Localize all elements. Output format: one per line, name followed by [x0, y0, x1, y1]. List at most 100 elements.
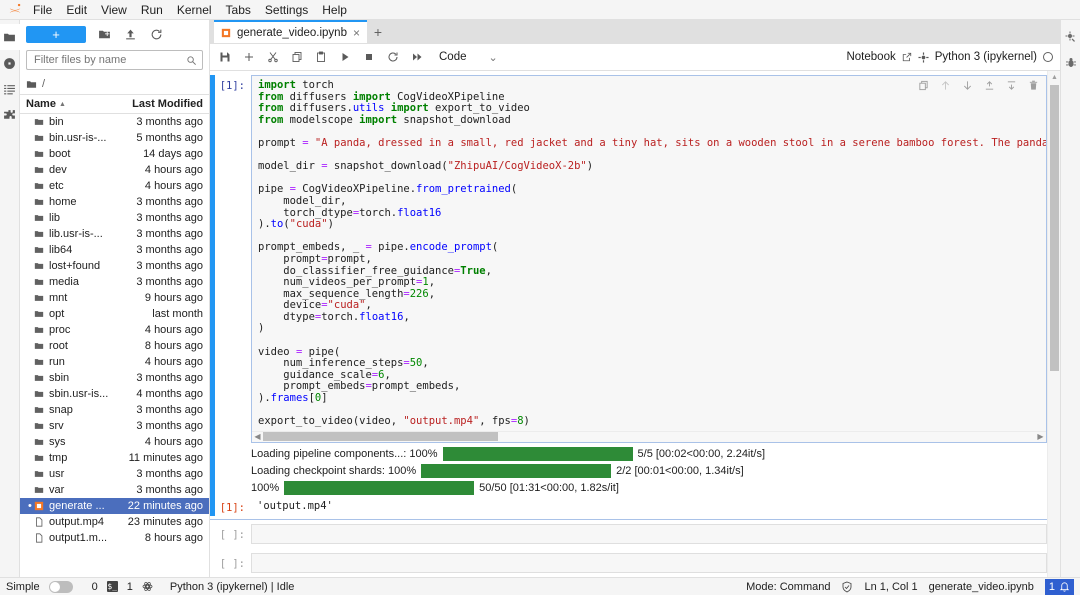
- file-list-item[interactable]: sbin 3 months ago: [20, 370, 209, 386]
- file-list-item[interactable]: opt last month: [20, 306, 209, 322]
- file-list-item[interactable]: root 8 hours ago: [20, 338, 209, 354]
- file-list-item[interactable]: lib 3 months ago: [20, 210, 209, 226]
- file-list-item[interactable]: boot 14 days ago: [20, 146, 209, 162]
- delete-cell-icon[interactable]: [1027, 79, 1040, 92]
- tab-generate-video-ipynb[interactable]: generate_video.ipynb ×: [214, 20, 367, 43]
- file-item-name: root: [49, 340, 68, 352]
- file-list-item[interactable]: tmp 11 minutes ago: [20, 450, 209, 466]
- save-icon[interactable]: [217, 50, 232, 65]
- cell-type-select[interactable]: Code ⌄: [439, 51, 498, 64]
- menu-settings[interactable]: Settings: [258, 0, 315, 20]
- move-cell-up-icon[interactable]: [939, 79, 952, 92]
- left-activity-bar: [0, 20, 20, 577]
- file-list-item[interactable]: mnt 9 hours ago: [20, 290, 209, 306]
- file-list-item[interactable]: bin 3 months ago: [20, 114, 209, 130]
- file-list-item[interactable]: sbin.usr-is... 4 months ago: [20, 386, 209, 402]
- hscroll-track[interactable]: [263, 431, 1035, 442]
- insert-cell-below-icon[interactable]: [1005, 79, 1018, 92]
- filter-files-input[interactable]: [32, 53, 186, 67]
- menu-edit[interactable]: Edit: [59, 0, 94, 20]
- kernel-name-label[interactable]: Python 3 (ipykernel): [935, 51, 1037, 63]
- close-icon[interactable]: ×: [353, 26, 360, 40]
- file-browser-icon[interactable]: [0, 24, 20, 50]
- vscroll-up-icon[interactable]: ▲: [1048, 71, 1060, 83]
- file-list-item[interactable]: snap 3 months ago: [20, 402, 209, 418]
- cell-3-input-area[interactable]: [251, 552, 1047, 573]
- file-list-item[interactable]: etc 4 hours ago: [20, 178, 209, 194]
- terminal-icon[interactable]: $_: [106, 581, 118, 592]
- file-list-item[interactable]: output1.m... 8 hours ago: [20, 530, 209, 546]
- extension-manager-icon[interactable]: [0, 102, 20, 128]
- folder-icon: [26, 79, 37, 90]
- file-list-item[interactable]: output.mp4 23 minutes ago: [20, 514, 209, 530]
- kernel-icon[interactable]: [142, 581, 153, 592]
- new-launcher-button[interactable]: +: [26, 25, 86, 43]
- debugger-icon[interactable]: [1061, 50, 1080, 76]
- scroll-left-icon[interactable]: ◀: [252, 432, 263, 441]
- file-item-modified: 4 hours ago: [144, 324, 203, 336]
- notification-center[interactable]: 1: [1044, 578, 1074, 595]
- cursor-position-label[interactable]: Ln 1, Col 1: [864, 581, 917, 593]
- scroll-right-icon[interactable]: ▶: [1035, 432, 1046, 441]
- menu-file[interactable]: File: [26, 0, 59, 20]
- simple-mode-toggle[interactable]: [48, 580, 73, 593]
- trusted-shield-icon[interactable]: [841, 581, 853, 593]
- file-list[interactable]: bin 3 months ago bin.usr-is-... 5 months ag…: [20, 114, 209, 577]
- menu-tabs[interactable]: Tabs: [219, 0, 258, 20]
- notebook-cell-2[interactable]: [ ]:: [210, 523, 1047, 544]
- file-list-item[interactable]: var 3 months ago: [20, 482, 209, 498]
- menu-view[interactable]: View: [94, 0, 134, 20]
- file-list-item[interactable]: lost+found 3 months ago: [20, 258, 209, 274]
- vscroll-thumb[interactable]: [1050, 85, 1059, 371]
- gear-icon[interactable]: [918, 51, 929, 63]
- file-list-item[interactable]: home 3 months ago: [20, 194, 209, 210]
- file-filter-box[interactable]: [26, 50, 203, 70]
- insert-cell-above-icon[interactable]: [983, 79, 996, 92]
- upload-icon[interactable]: [122, 26, 138, 42]
- restart-run-all-icon[interactable]: [409, 50, 424, 65]
- file-list-item[interactable]: • generate ... 22 minutes ago: [20, 498, 209, 514]
- folder-icon: [34, 197, 49, 207]
- running-terminals-icon[interactable]: [0, 50, 20, 76]
- column-header-last-modified[interactable]: Last Modified: [132, 98, 203, 110]
- file-list-item[interactable]: lib64 3 months ago: [20, 242, 209, 258]
- stop-icon[interactable]: [361, 50, 376, 65]
- menu-run[interactable]: Run: [134, 0, 170, 20]
- folder-icon: [34, 325, 49, 335]
- file-list-item[interactable]: bin.usr-is-... 5 months ago: [20, 130, 209, 146]
- cell-2-input-area[interactable]: [251, 523, 1047, 544]
- new-folder-icon[interactable]: [96, 26, 112, 42]
- move-cell-down-icon[interactable]: [961, 79, 974, 92]
- paste-icon[interactable]: [313, 50, 328, 65]
- duplicate-cell-icon[interactable]: [917, 79, 930, 92]
- menu-kernel[interactable]: Kernel: [170, 0, 219, 20]
- copy-icon[interactable]: [289, 50, 304, 65]
- run-icon[interactable]: [337, 50, 352, 65]
- notebook-cell-3[interactable]: [ ]:: [210, 552, 1047, 573]
- file-list-item[interactable]: dev 4 hours ago: [20, 162, 209, 178]
- insert-cell-icon[interactable]: [241, 50, 256, 65]
- external-link-icon[interactable]: [902, 52, 912, 62]
- column-header-name[interactable]: Name ▲: [26, 98, 132, 110]
- new-tab-button[interactable]: +: [367, 20, 389, 43]
- breadcrumb[interactable]: /: [20, 74, 209, 94]
- refresh-icon[interactable]: [148, 26, 164, 42]
- hscroll-thumb[interactable]: [263, 432, 498, 442]
- property-inspector-icon[interactable]: [1061, 24, 1080, 50]
- file-list-item[interactable]: usr 3 months ago: [20, 466, 209, 482]
- notebook-cell-1[interactable]: [1]: import torch from diffusers import …: [210, 75, 1047, 497]
- file-list-item[interactable]: proc 4 hours ago: [20, 322, 209, 338]
- file-list-item[interactable]: lib.usr-is-... 3 months ago: [20, 226, 209, 242]
- notebook-vertical-scrollbar[interactable]: ▲: [1047, 71, 1060, 577]
- file-list-item[interactable]: srv 3 months ago: [20, 418, 209, 434]
- cell-source-code[interactable]: import torch from diffusers import CogVi…: [252, 76, 1046, 431]
- cell-horizontal-scrollbar[interactable]: ◀ ▶: [252, 430, 1046, 442]
- cut-icon[interactable]: [265, 50, 280, 65]
- file-list-item[interactable]: media 3 months ago: [20, 274, 209, 290]
- restart-icon[interactable]: [385, 50, 400, 65]
- file-list-item[interactable]: sys 4 hours ago: [20, 434, 209, 450]
- menu-help[interactable]: Help: [315, 0, 354, 20]
- cell-input-area[interactable]: import torch from diffusers import CogVi…: [251, 75, 1047, 443]
- file-list-item[interactable]: run 4 hours ago: [20, 354, 209, 370]
- table-of-contents-icon[interactable]: [0, 76, 20, 102]
